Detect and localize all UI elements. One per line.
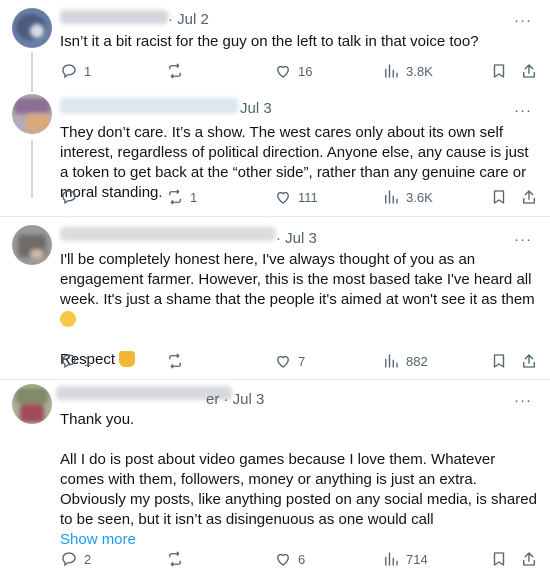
like-count: 111 [298, 189, 318, 205]
views-icon [385, 552, 398, 566]
views-button[interactable]: 714 [382, 549, 428, 569]
heart-icon [277, 355, 289, 368]
reply-icon [62, 64, 76, 78]
reply-paragraph: Thank you. [60, 411, 135, 428]
views-count: 882 [406, 353, 428, 369]
reply-button[interactable] [60, 187, 84, 207]
post-date[interactable]: Jul 3 [240, 100, 272, 117]
action-bar: 1 111 3.6K [60, 187, 540, 207]
heart-icon [277, 553, 289, 566]
views-button[interactable]: 3.6K [382, 187, 433, 207]
bookmark-button[interactable] [490, 61, 508, 81]
like-button[interactable]: 111 [274, 187, 318, 207]
reply-text: Isn’t it a bit racist for the guy on the… [60, 32, 540, 52]
like-button[interactable]: 6 [274, 549, 305, 569]
views-count: 3.6K [406, 189, 433, 205]
share-button[interactable] [520, 61, 538, 81]
display-name-redacted [60, 10, 168, 24]
like-button[interactable]: 16 [274, 61, 312, 81]
reply-2[interactable]: Jul 3 ··· They don’t care. It’s a show. … [0, 92, 550, 210]
like-button[interactable]: 7 [274, 351, 305, 371]
reply-count: 2 [84, 551, 92, 567]
more-options-button[interactable]: ··· [514, 232, 532, 247]
bookmark-icon [493, 64, 505, 78]
action-bar: 2 6 714 [60, 549, 540, 569]
share-icon [523, 552, 535, 566]
more-options-button[interactable]: ··· [514, 13, 532, 28]
reply-paragraph: I'll be completely honest here, I've alw… [60, 250, 540, 330]
repost-button[interactable]: 1 [166, 187, 197, 207]
heart-icon [277, 191, 289, 204]
repost-icon [169, 63, 181, 79]
views-icon [385, 354, 398, 368]
reply-icon [62, 354, 76, 368]
views-button[interactable]: 3.8K [382, 61, 433, 81]
share-icon [523, 64, 535, 78]
display-name-redacted [60, 98, 238, 114]
bookmark-button[interactable] [490, 187, 508, 207]
like-count: 7 [298, 353, 306, 369]
reply-3[interactable]: · Jul 3 ··· I'll be completely honest he… [0, 217, 550, 379]
reply-1[interactable]: · Jul 2 ··· Isn’t it a bit racist for th… [0, 0, 550, 92]
repost-icon [169, 551, 181, 567]
views-count: 714 [406, 551, 428, 567]
bookmark-button[interactable] [490, 549, 508, 569]
more-options-button[interactable]: ··· [514, 103, 532, 118]
like-count: 6 [298, 551, 306, 567]
repost-button[interactable] [166, 549, 190, 569]
repost-icon [169, 189, 181, 205]
reply-button[interactable]: 1 [60, 61, 91, 81]
share-button[interactable] [520, 549, 538, 569]
bookmark-button[interactable] [490, 351, 508, 371]
reply-count: 1 [84, 353, 92, 369]
repost-count: 1 [190, 189, 198, 205]
reply-paragraph: Isn’t it a bit racist for the guy on the… [60, 33, 479, 50]
repost-button[interactable] [166, 61, 190, 81]
reply-paragraph: All I do is post about video games becau… [60, 451, 537, 528]
like-count: 16 [298, 63, 313, 79]
show-more-link[interactable]: Show more [60, 530, 540, 550]
reply-button[interactable]: 1 [60, 351, 91, 371]
bookmark-icon [493, 552, 505, 566]
avatar[interactable] [12, 384, 52, 424]
action-bar: 1 7 882 [60, 351, 540, 371]
reply-text: Thank you. All I do is post about video … [60, 410, 540, 550]
share-icon [523, 354, 535, 368]
reply-icon [62, 190, 76, 204]
action-bar: 1 16 3.8K [60, 61, 540, 81]
reply-count: 1 [84, 63, 92, 79]
avatar[interactable] [12, 225, 52, 265]
share-button[interactable] [520, 351, 538, 371]
heart-icon [277, 65, 289, 78]
avatar[interactable] [12, 8, 52, 48]
bookmark-icon [493, 354, 505, 368]
views-icon [385, 190, 398, 204]
avatar[interactable] [12, 94, 52, 134]
reply-button[interactable]: 2 [60, 549, 91, 569]
bookmark-icon [493, 190, 505, 204]
repost-button[interactable] [166, 351, 190, 371]
post-date[interactable]: · Jul 2 [168, 11, 209, 28]
pensive-emoji [60, 311, 76, 327]
views-count: 3.8K [406, 63, 433, 79]
display-name-redacted [60, 227, 276, 241]
views-icon [385, 64, 398, 78]
repost-icon [169, 353, 181, 369]
reply-icon [62, 552, 76, 566]
share-button[interactable] [520, 187, 538, 207]
more-options-button[interactable]: ··· [514, 393, 532, 408]
reply-4[interactable]: er · Jul 3 ··· Thank you. All I do is po… [0, 380, 550, 576]
post-date[interactable]: · Jul 3 [276, 230, 317, 247]
post-date[interactable]: er · Jul 3 [206, 391, 264, 408]
views-button[interactable]: 882 [382, 351, 428, 371]
share-icon [523, 190, 535, 204]
